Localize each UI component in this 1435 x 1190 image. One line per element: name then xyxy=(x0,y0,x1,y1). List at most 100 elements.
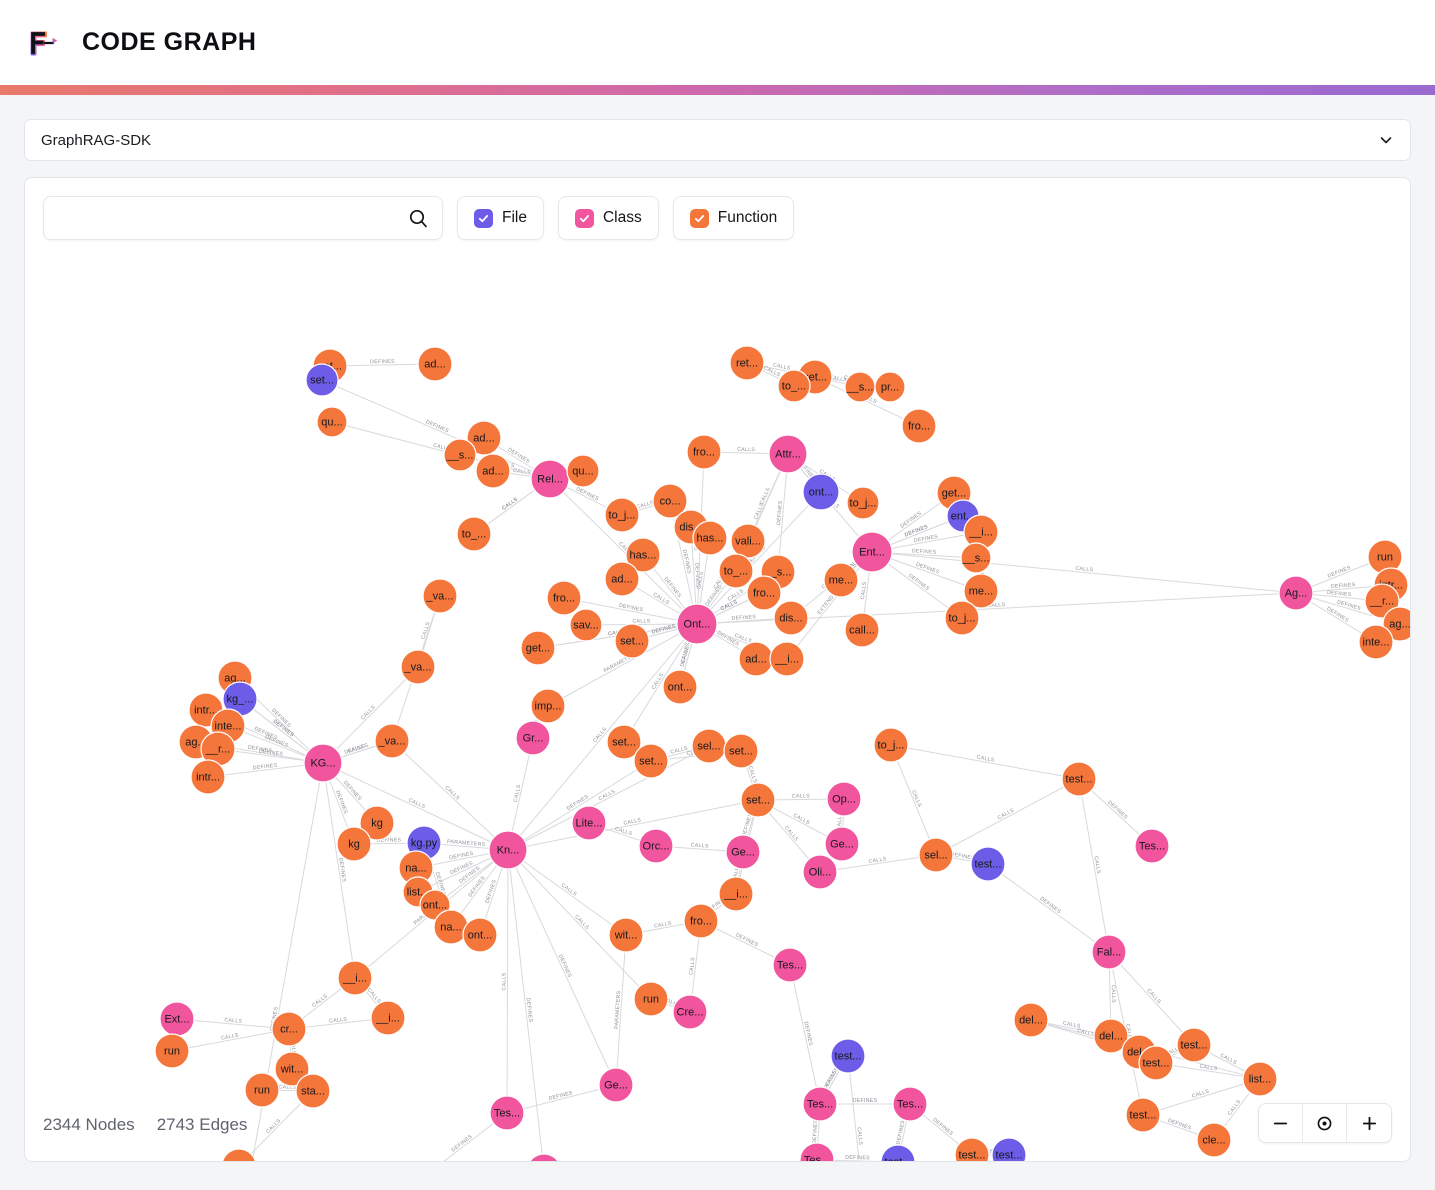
graph-node-function[interactable]: wit... xyxy=(608,917,644,953)
graph-edge[interactable]: CALLS xyxy=(935,778,1080,856)
graph-node-function[interactable]: del... xyxy=(1013,1002,1049,1038)
graph-svg[interactable]: DEFINESCALLSCALLSDEFINESDEFINESCALLSCALL… xyxy=(25,178,1410,1162)
graph-node-function[interactable]: fro... xyxy=(686,434,722,470)
graph-node-class[interactable]: Ext... xyxy=(159,1001,195,1037)
graph-node-function[interactable]: cle... xyxy=(1196,1122,1232,1158)
class-checkbox[interactable] xyxy=(574,208,594,228)
graph-node-class[interactable]: Ge... xyxy=(824,826,860,862)
repository-select[interactable]: GraphRAG-SDK xyxy=(24,119,1411,161)
graph-node-class[interactable]: Gr... xyxy=(515,720,551,756)
graph-node-function[interactable]: set... xyxy=(614,623,650,659)
file-checkbox[interactable] xyxy=(474,208,493,228)
graph-node-function[interactable]: _va... xyxy=(422,578,458,614)
filter-chip-file[interactable]: File xyxy=(457,196,544,240)
graph-node-function[interactable]: __i... xyxy=(337,960,373,996)
graph-node-class[interactable]: Tes... xyxy=(802,1086,838,1122)
graph-node-function[interactable]: test... xyxy=(1176,1027,1212,1063)
graph-node-function[interactable]: _va... xyxy=(400,649,436,685)
graph-node-function[interactable]: imp... xyxy=(530,688,566,724)
graph-node-function[interactable]: ad... xyxy=(738,641,774,677)
search-input[interactable] xyxy=(60,208,408,228)
graph-node-class[interactable]: Op... xyxy=(826,781,862,817)
graph-node-file[interactable]: test... xyxy=(830,1038,866,1074)
graph-node-function[interactable]: qu... xyxy=(316,406,348,438)
graph-node-function[interactable]: kg xyxy=(336,826,372,862)
search-icon[interactable] xyxy=(408,208,428,228)
graph-edge[interactable]: DEFINES xyxy=(789,964,821,1105)
graph-node-function[interactable]: vali... xyxy=(730,523,766,559)
zoom-center-button[interactable] xyxy=(1303,1104,1347,1142)
graph-node-function[interactable]: __i... xyxy=(769,641,805,677)
graph-node-function[interactable]: fro... xyxy=(901,408,937,444)
graph-node-class[interactable]: Lite... xyxy=(571,805,607,841)
filter-chip-class[interactable]: Class xyxy=(557,196,659,240)
graph-node-function[interactable]: run xyxy=(244,1072,280,1108)
graph-node-class[interactable]: Ge... xyxy=(725,834,761,870)
graph-node-function[interactable]: inte... xyxy=(1358,624,1394,660)
graph-edge[interactable]: CALLS xyxy=(890,744,937,856)
graph-node-file[interactable]: ont... xyxy=(802,473,840,511)
graph-node-function[interactable]: to_... xyxy=(777,369,811,403)
graph-node-function[interactable]: test... xyxy=(1138,1045,1174,1081)
graph-node-function[interactable]: to_j... xyxy=(873,727,909,763)
graph-node-function[interactable]: run xyxy=(154,1033,190,1069)
graph-node-function[interactable]: ont... xyxy=(462,917,498,953)
graph-node-class[interactable]: Ent... xyxy=(851,531,893,573)
graph-node-function[interactable]: set... xyxy=(723,733,759,769)
graph-node-function[interactable]: to_... xyxy=(718,553,754,589)
search-box[interactable] xyxy=(43,196,443,240)
graph-edge[interactable]: DEFINES xyxy=(987,863,1110,953)
graph-node-function[interactable]: test... xyxy=(1061,761,1097,797)
graph-node-function[interactable]: has... xyxy=(692,520,728,556)
graph-node-file[interactable]: test... xyxy=(880,1144,916,1162)
graph-node-function[interactable]: fro... xyxy=(746,575,782,611)
graph-node-function[interactable]: dis... xyxy=(773,600,809,636)
graph-node-function[interactable]: cr... xyxy=(271,1011,307,1047)
graph-node-class[interactable]: Tes... xyxy=(489,1095,525,1131)
graph-node-function[interactable]: fro... xyxy=(683,903,719,939)
graph-node-class[interactable]: Oli... xyxy=(802,854,838,890)
graph-node-class[interactable]: Kn... xyxy=(527,1153,561,1162)
graph-node-class[interactable]: Ag... xyxy=(1278,575,1314,611)
graph-node-function[interactable]: to_... xyxy=(456,516,492,552)
graph-node-function[interactable]: ad... xyxy=(475,453,511,489)
graph-node-function[interactable]: pr... xyxy=(874,371,906,403)
zoom-in-button[interactable] xyxy=(1347,1104,1391,1142)
graph-node-function[interactable]: to_j... xyxy=(604,497,640,533)
graph-edge[interactable]: CALLS xyxy=(507,745,710,851)
graph-node-function[interactable]: qu... xyxy=(566,454,600,488)
graph-edge[interactable]: DEFINES xyxy=(321,379,551,480)
graph-node-file[interactable]: test... xyxy=(991,1137,1027,1162)
graph-node-class[interactable]: Ge... xyxy=(598,1067,634,1103)
graph-edge[interactable]: CALLS xyxy=(501,849,509,1114)
graph-node-function[interactable]: to_j... xyxy=(846,486,880,520)
graph-edge[interactable]: CALLS xyxy=(1142,1078,1261,1116)
graph-node-class[interactable]: Tes... xyxy=(892,1086,928,1122)
graph-node-function[interactable]: cle... xyxy=(222,1148,256,1162)
filter-chip-function[interactable]: Function xyxy=(672,196,795,240)
graph-node-class[interactable]: Rel... xyxy=(530,459,570,499)
graph-node-function[interactable]: ret... xyxy=(729,345,765,381)
graph-edge[interactable]: CALLS xyxy=(890,744,1080,780)
graph-node-function[interactable]: fro... xyxy=(546,580,582,616)
graph-edge[interactable]: CALLS xyxy=(507,799,759,851)
function-checkbox[interactable] xyxy=(689,208,709,228)
graph-node-function[interactable]: ad... xyxy=(417,346,453,382)
graph-node-class[interactable]: Ont... xyxy=(676,603,718,645)
graph-node-function[interactable]: list... xyxy=(1242,1061,1278,1097)
graph-node-class[interactable]: Attr... xyxy=(768,434,808,474)
graph-node-function[interactable]: __i... xyxy=(718,876,754,912)
graph-node-function[interactable]: sel... xyxy=(918,837,954,873)
graph-node-file[interactable]: set... xyxy=(305,363,339,397)
graph-edge[interactable]: PARAMETERS xyxy=(614,934,627,1086)
graph-node-class[interactable]: Cre... xyxy=(672,994,708,1030)
graph-node-function[interactable]: sta... xyxy=(295,1073,331,1109)
graph-node-function[interactable]: __s... xyxy=(844,371,876,403)
graph-node-file[interactable]: test... xyxy=(970,846,1006,882)
graph-node-function[interactable]: __s... xyxy=(443,438,477,472)
graph-node-function[interactable]: __s... xyxy=(960,542,992,574)
graph-node-class[interactable]: Tes... xyxy=(1134,828,1170,864)
graph-edge[interactable]: CALLS xyxy=(1078,778,1110,953)
graph-node-function[interactable]: test... xyxy=(954,1137,990,1162)
graph-node-function[interactable]: run xyxy=(633,981,669,1017)
